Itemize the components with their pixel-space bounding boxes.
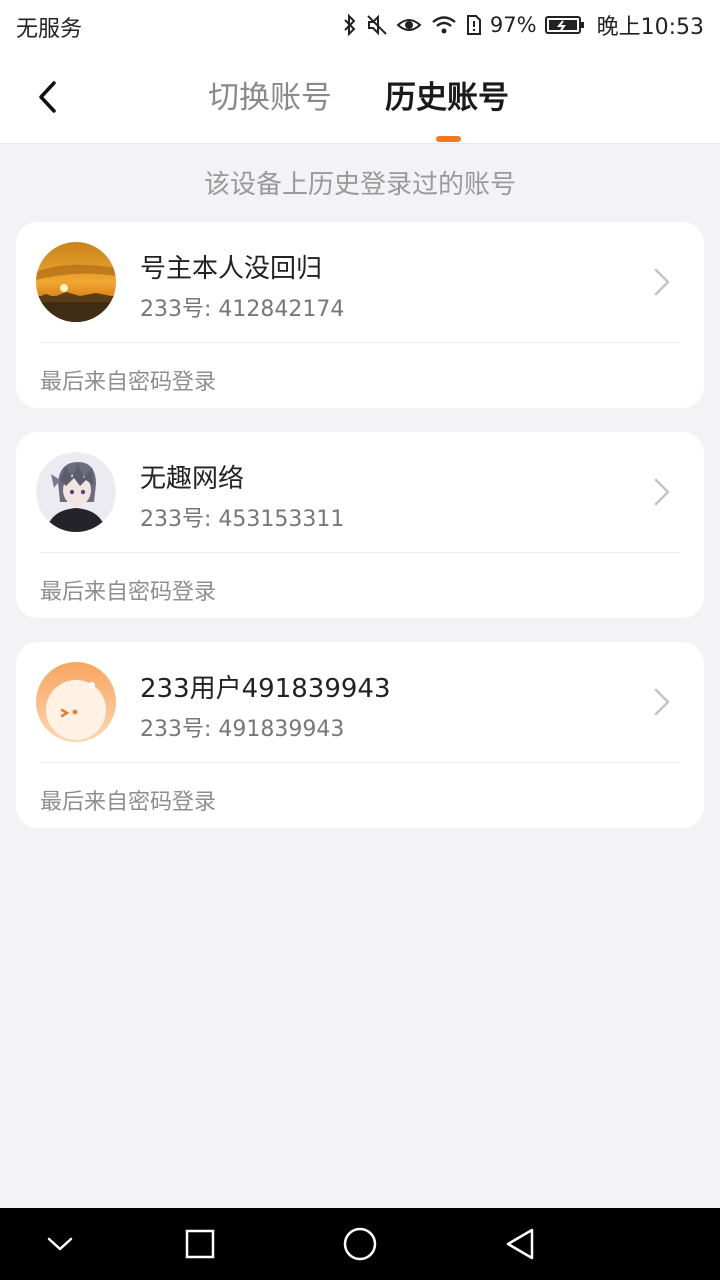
status-icons: 97% 晚上10:53 [342, 8, 704, 42]
account-name: 233用户491839943 [140, 674, 391, 704]
divider [40, 762, 680, 763]
battery-charging-icon [544, 13, 585, 37]
chevron-right-icon [654, 478, 670, 506]
account-card[interactable]: 号主本人没回归 233号: 412842174 最后来自密码登录 [16, 222, 704, 408]
account-id: 233号: 491839943 [140, 717, 345, 742]
back-button[interactable] [22, 72, 72, 122]
carrier-label: 无服务 [16, 17, 83, 42]
sim-alert-icon [466, 13, 482, 37]
header: 切换账号 历史账号 [0, 50, 720, 144]
nav-home-icon [343, 1227, 377, 1261]
active-tab-indicator [436, 136, 461, 142]
last-login-method: 最后来自密码登录 [40, 580, 217, 605]
bluetooth-icon [342, 13, 358, 37]
system-nav-bar [0, 1208, 720, 1280]
nav-recents-button[interactable] [180, 1224, 220, 1264]
nav-collapse-button[interactable] [40, 1224, 80, 1264]
last-login-method: 最后来自密码登录 [40, 790, 217, 815]
account-id: 233号: 412842174 [140, 297, 345, 322]
avatar [36, 242, 116, 322]
chevron-right-icon [654, 268, 670, 296]
nav-back-button[interactable] [500, 1224, 540, 1264]
account-name: 无趣网络 [140, 464, 245, 494]
divider [40, 552, 680, 553]
account-card[interactable]: 233用户491839943 233号: 491839943 最后来自密码登录 [16, 642, 704, 828]
status-bar: 无服务 97% 晚上10:53 [0, 0, 720, 50]
nav-home-button[interactable] [340, 1224, 380, 1264]
battery-percent: 97% [489, 13, 537, 37]
tab-switch-account[interactable]: 切换账号 [208, 74, 332, 122]
avatar [36, 662, 116, 742]
chevron-left-icon [39, 81, 56, 113]
wifi-icon [430, 13, 458, 37]
nav-collapse-icon [47, 1237, 73, 1251]
nav-recents-icon [185, 1229, 215, 1259]
section-subtitle: 该设备上历史登录过的账号 [203, 170, 516, 200]
last-login-method: 最后来自密码登录 [40, 370, 217, 395]
nav-back-icon [506, 1228, 534, 1260]
account-id: 233号: 453153311 [140, 507, 345, 532]
tab-history-account[interactable]: 历史账号 [385, 74, 509, 122]
eye-comfort-icon [396, 13, 422, 37]
clock: 晚上10:53 [596, 15, 704, 40]
divider [40, 342, 680, 343]
account-card[interactable]: 无趣网络 233号: 453153311 最后来自密码登录 [16, 432, 704, 618]
avatar [36, 452, 116, 532]
mute-icon [366, 13, 388, 37]
chevron-right-icon [654, 688, 670, 716]
account-name: 号主本人没回归 [140, 254, 323, 284]
